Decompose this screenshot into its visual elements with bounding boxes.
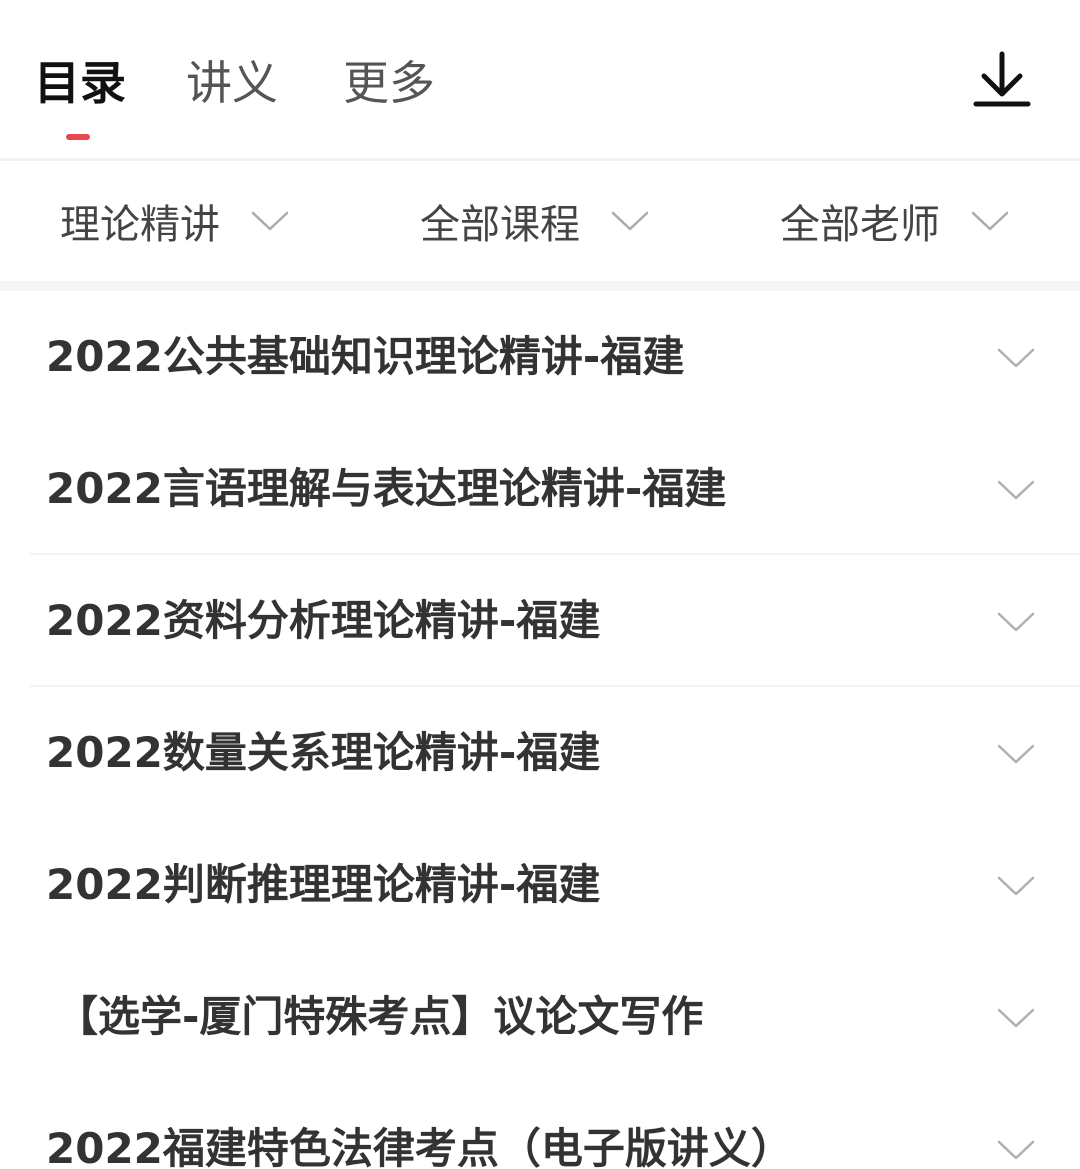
filter-teacher-label: 全部老师 — [780, 202, 940, 248]
course-title: 2022言语理解与表达理论精讲-福建 — [46, 464, 727, 513]
chevron-down-icon — [997, 876, 1035, 896]
course-title: 2022判断推理理论精讲-福建 — [46, 860, 601, 909]
chevron-down-icon — [971, 211, 1009, 231]
filter-course-label: 全部课程 — [420, 202, 580, 248]
filter-divider — [0, 281, 1080, 291]
course-item[interactable]: 2022言语理解与表达理论精讲-福建 — [0, 423, 1080, 555]
chevron-down-icon — [997, 612, 1035, 632]
course-item[interactable]: 2022判断推理理论精讲-福建 — [0, 819, 1080, 951]
course-list: 2022公共基础知识理论精讲-福建 2022言语理解与表达理论精讲-福建 202… — [0, 291, 1080, 1169]
filter-teacher-dropdown[interactable]: 全部老师 — [780, 161, 1010, 281]
chevron-down-icon — [997, 480, 1035, 500]
course-title: 2022公共基础知识理论精讲-福建 — [46, 332, 685, 381]
course-item[interactable]: 2022福建特色法律考点（电子版讲义） — [0, 1083, 1080, 1169]
top-tab-bar: 目录 讲义 更多 — [0, 0, 1080, 158]
active-tab-indicator — [66, 134, 90, 140]
download-button[interactable] — [970, 48, 1034, 112]
course-item[interactable]: 2022数量关系理论精讲-福建 — [0, 687, 1080, 819]
chevron-down-icon — [997, 1140, 1035, 1160]
filter-bar: 理论精讲 全部课程 全部老师 — [0, 161, 1080, 281]
tab-more[interactable]: 更多 — [343, 52, 435, 114]
filter-course-dropdown[interactable]: 全部课程 — [420, 161, 650, 281]
chevron-down-icon — [611, 211, 649, 231]
chevron-down-icon — [997, 348, 1035, 368]
tab-handouts[interactable]: 讲义 — [186, 52, 278, 114]
course-title: 【选学-厦门特殊考点】议论文写作 — [56, 992, 704, 1041]
chevron-down-icon — [997, 744, 1035, 764]
chevron-down-icon — [251, 211, 289, 231]
course-item[interactable]: 【选学-厦门特殊考点】议论文写作 — [0, 951, 1080, 1083]
course-title: 2022福建特色法律考点（电子版讲义） — [46, 1124, 793, 1169]
download-icon — [973, 51, 1031, 107]
course-item[interactable]: 2022资料分析理论精讲-福建 — [0, 555, 1080, 687]
course-title: 2022数量关系理论精讲-福建 — [46, 728, 601, 777]
tab-catalog[interactable]: 目录 — [34, 52, 126, 114]
course-title: 2022资料分析理论精讲-福建 — [46, 596, 601, 645]
filter-category-label: 理论精讲 — [60, 202, 220, 248]
filter-category-dropdown[interactable]: 理论精讲 — [60, 161, 290, 281]
course-item[interactable]: 2022公共基础知识理论精讲-福建 — [0, 291, 1080, 423]
chevron-down-icon — [997, 1008, 1035, 1028]
